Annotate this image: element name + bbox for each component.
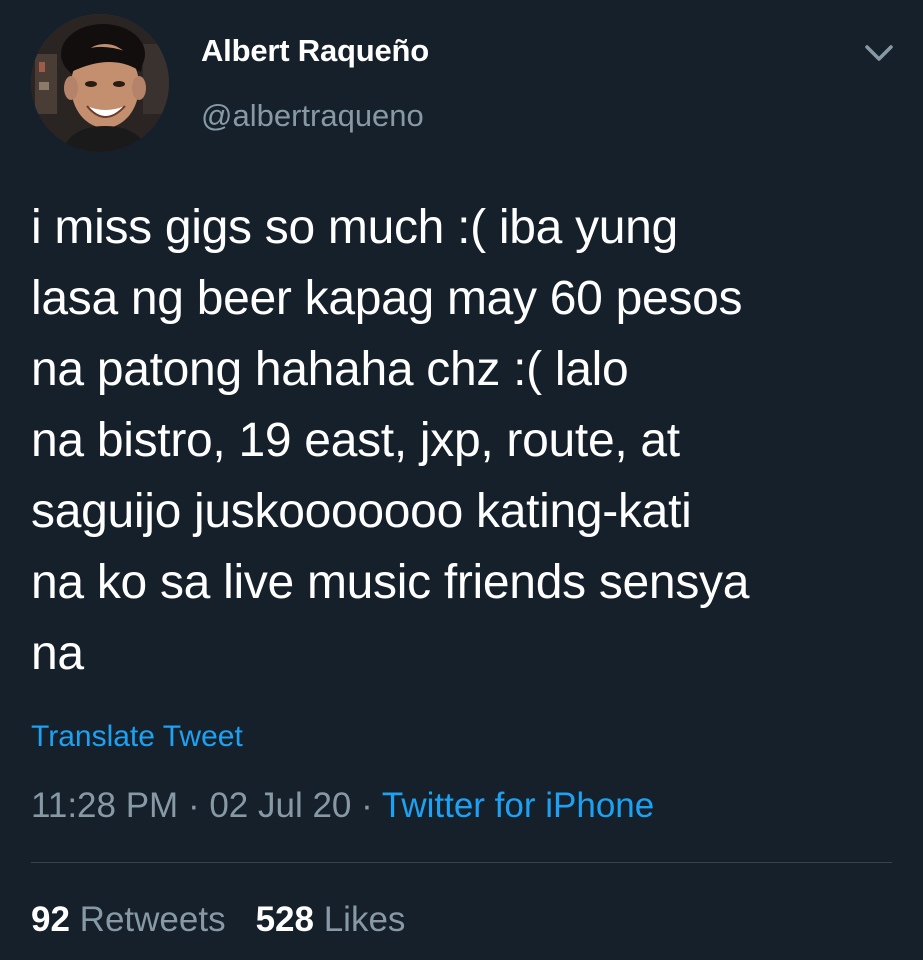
meta-separator: · [178, 786, 210, 825]
tweet-text-line: saguijo juskooooooo kating-kati [31, 485, 692, 538]
retweets-count: 92 [31, 900, 70, 939]
tweet-text: i miss gigs so much :( iba yung lasa ng … [31, 192, 901, 689]
tweet-text-line: na [31, 627, 84, 680]
tweet-detail: Albert Raqueño @albertraqueno i miss gig… [0, 0, 923, 960]
divider [31, 862, 892, 863]
translate-tweet-link[interactable]: Translate Tweet [31, 720, 243, 754]
tweet-text-line: na patong hahaha chz :( lalo [31, 343, 629, 396]
tweet-text-line: na bistro, 19 east, jxp, route, at [31, 414, 680, 467]
author-name[interactable]: Albert Raqueño [201, 33, 429, 69]
retweets-stat[interactable]: 92 Retweets [31, 900, 226, 939]
tweet-text-line: lasa ng beer kapag may 60 pesos [31, 272, 743, 325]
author-handle[interactable]: @albertraqueno [201, 98, 424, 134]
retweets-label: Retweets [79, 900, 226, 939]
likes-stat[interactable]: 528 Likes [256, 900, 406, 939]
avatar-image [31, 14, 169, 152]
likes-count: 528 [255, 900, 314, 939]
tweet-time[interactable]: 11:28 PM [31, 786, 178, 825]
tweet-text-line: i miss gigs so much :( iba yung [31, 201, 678, 254]
tweet-stats: 92 Retweets 528 Likes [31, 900, 405, 940]
likes-label: Likes [323, 900, 406, 939]
tweet-date[interactable]: 02 Jul 20 [209, 786, 351, 825]
tweet-metadata: 11:28 PM · 02 Jul 20 · Twitter for iPhon… [31, 786, 654, 826]
chevron-down-icon[interactable] [862, 38, 896, 68]
avatar[interactable] [31, 14, 169, 152]
meta-separator: · [351, 786, 382, 825]
tweet-text-line: na ko sa live music friends sensya [31, 556, 750, 609]
tweet-source-link[interactable]: Twitter for iPhone [382, 786, 654, 825]
